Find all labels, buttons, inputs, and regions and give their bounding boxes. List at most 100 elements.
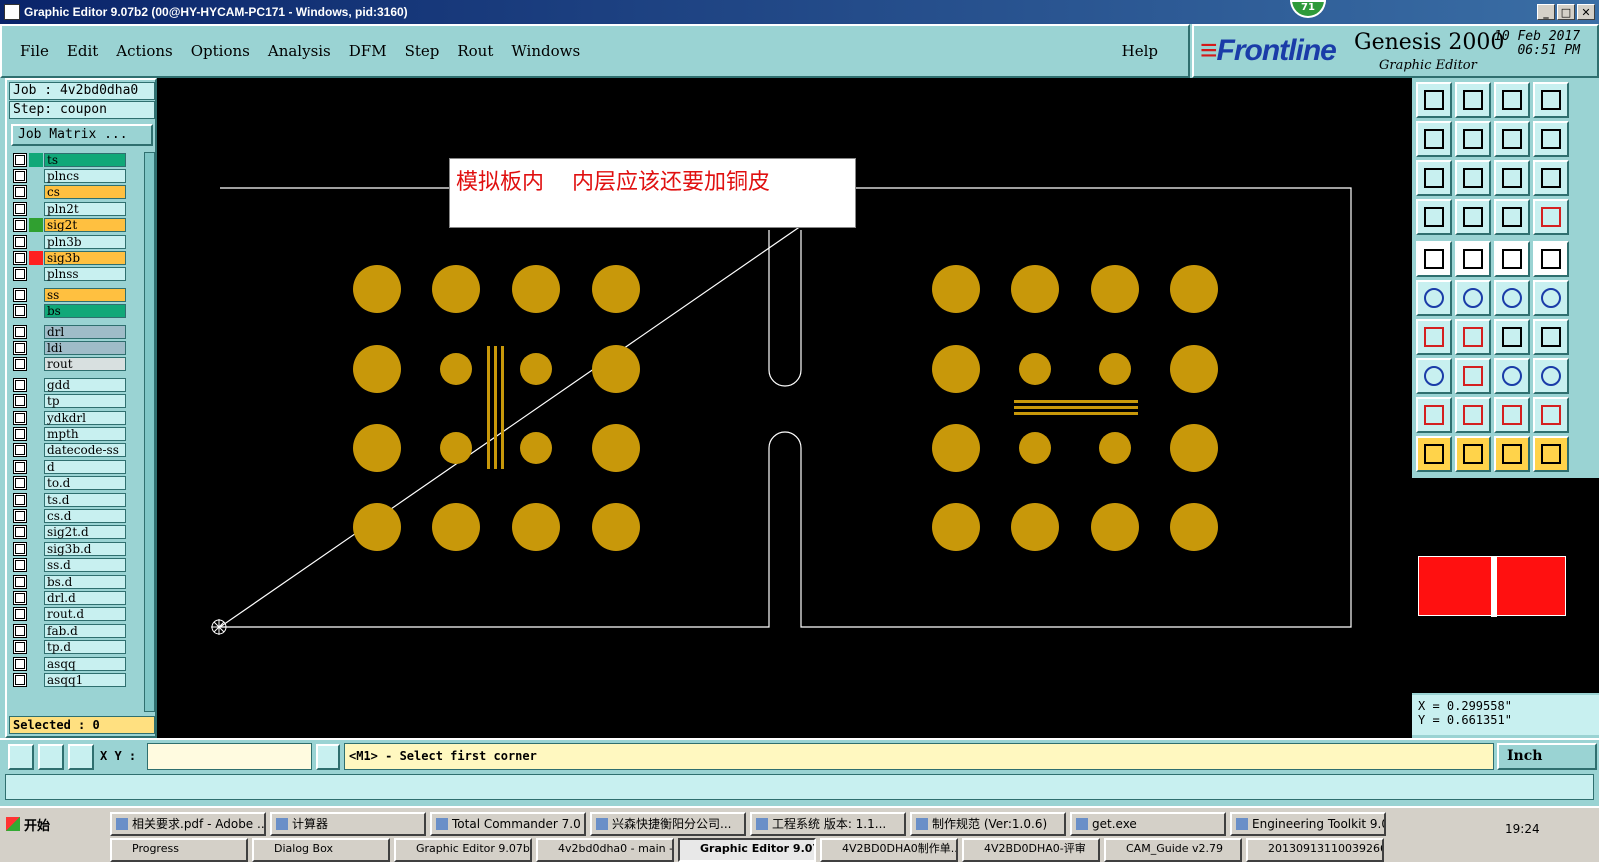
layer-name[interactable]: tp.d (44, 640, 126, 655)
taskbar-button[interactable]: Graphic Editor 9.07... (678, 838, 816, 862)
tool-button[interactable] (1494, 82, 1530, 118)
taskbar-button[interactable]: 制作规范 (Ver:1.0.6) (910, 812, 1066, 836)
tool-button[interactable] (1533, 160, 1569, 196)
tool-button[interactable] (1533, 241, 1569, 277)
layer-row[interactable]: mpth (13, 426, 133, 441)
menu-file[interactable]: File (20, 42, 49, 60)
menu-windows[interactable]: Windows (511, 42, 580, 60)
layer-row[interactable]: sig2t (13, 218, 133, 233)
tool-button[interactable] (1494, 199, 1530, 235)
tool-button[interactable] (1416, 319, 1452, 355)
layer-name[interactable]: d (44, 459, 126, 474)
tool-button[interactable] (1533, 319, 1569, 355)
layer-name[interactable]: rout (44, 357, 126, 372)
tool-button[interactable] (1533, 121, 1569, 157)
taskbar-button[interactable]: CAM_Guide v2.79 (1104, 838, 1242, 862)
layer-name[interactable]: sig3b.d (44, 541, 126, 556)
layer-name[interactable]: ts (44, 152, 126, 167)
menu-options[interactable]: Options (191, 42, 250, 60)
tool-button[interactable] (1494, 160, 1530, 196)
taskbar-button[interactable]: 4V2BD0DHA0制作单... (820, 838, 958, 862)
layer-row[interactable]: ldi (13, 340, 133, 355)
layer-checkbox[interactable] (13, 525, 27, 540)
start-button[interactable]: 开始 (2, 812, 62, 836)
layer-checkbox[interactable] (13, 218, 27, 233)
taskbar-button[interactable]: Progress (110, 838, 248, 862)
layer-row[interactable]: d (13, 459, 133, 474)
taskbar-button[interactable]: 4v2bd0dha0 - main - ... (536, 838, 674, 862)
tool-button[interactable] (1416, 241, 1452, 277)
layer-row[interactable]: plnss (13, 267, 133, 282)
layer-checkbox[interactable] (13, 267, 27, 282)
layer-checkbox[interactable] (13, 476, 27, 491)
layer-row[interactable]: sig3b.d (13, 541, 133, 556)
layer-row[interactable]: to.d (13, 476, 133, 491)
layer-row[interactable]: asqq1 (13, 672, 133, 687)
layer-row[interactable]: ts.d (13, 492, 133, 507)
layer-checkbox[interactable] (13, 340, 27, 355)
taskbar-button[interactable]: 20130913110039266... (1246, 838, 1384, 862)
layer-row[interactable]: datecode-ss (13, 443, 133, 458)
layer-row[interactable]: tp.d (13, 640, 133, 655)
layer-checkbox[interactable] (13, 492, 27, 507)
layer-checkbox[interactable] (13, 377, 27, 392)
layer-row[interactable]: plncs (13, 168, 133, 183)
layer-checkbox[interactable] (13, 287, 27, 302)
taskbar-button[interactable]: 工程系统 版本: 1.1... (750, 812, 906, 836)
layer-row[interactable]: pln3b (13, 234, 133, 249)
layer-checkbox[interactable] (13, 590, 27, 605)
layer-row[interactable]: cs.d (13, 508, 133, 523)
tool-button[interactable] (1455, 358, 1491, 394)
layer-checkbox[interactable] (13, 656, 27, 671)
tool-button[interactable] (1494, 319, 1530, 355)
menu-analysis[interactable]: Analysis (268, 42, 331, 60)
tool-button[interactable] (1416, 121, 1452, 157)
layer-row[interactable]: ss (13, 287, 133, 302)
layer-row[interactable]: drl (13, 324, 133, 339)
taskbar-button[interactable]: 相关要求.pdf - Adobe ... (110, 812, 266, 836)
layer-checkbox[interactable] (13, 324, 27, 339)
menu-rout[interactable]: Rout (457, 42, 493, 60)
taskbar-button[interactable]: Engineering Toolkit 9.0... (1230, 812, 1386, 836)
layer-name[interactable]: ldi (44, 340, 126, 355)
layer-row[interactable]: rout (13, 357, 133, 372)
tool-button[interactable] (1416, 436, 1452, 472)
layer-name[interactable]: ydkdrl (44, 410, 126, 425)
tool-button[interactable] (1494, 397, 1530, 433)
layer-row[interactable]: ss.d (13, 558, 133, 573)
layer-row[interactable]: bs.d (13, 574, 133, 589)
layer-name[interactable]: sig2t.d (44, 525, 126, 540)
layer-row[interactable]: cs (13, 185, 133, 200)
layer-scrollbar[interactable] (144, 152, 155, 712)
layer-checkbox[interactable] (13, 168, 27, 183)
layer-name[interactable]: to.d (44, 476, 126, 491)
tool-button[interactable] (1455, 160, 1491, 196)
layer-row[interactable]: asqq (13, 656, 133, 671)
minimize-button[interactable]: _ (1537, 4, 1555, 20)
tool-button[interactable] (1416, 199, 1452, 235)
tool-button[interactable] (1494, 280, 1530, 316)
tool-button[interactable] (1455, 280, 1491, 316)
tool-button[interactable] (1494, 241, 1530, 277)
layer-name[interactable]: ss.d (44, 558, 126, 573)
system-tray[interactable] (1400, 812, 1500, 836)
layer-row[interactable]: sig2t.d (13, 525, 133, 540)
layer-checkbox[interactable] (13, 574, 27, 589)
layer-checkbox[interactable] (13, 623, 27, 638)
tool-button[interactable] (1455, 241, 1491, 277)
layer-checkbox[interactable] (13, 201, 27, 216)
tool-button[interactable] (1455, 319, 1491, 355)
layer-checkbox[interactable] (13, 672, 27, 687)
tool-button[interactable] (1494, 121, 1530, 157)
graphic-canvas[interactable]: 模拟板内 内层应该还要加铜皮 (157, 78, 1412, 738)
layer-name[interactable]: asqq (44, 656, 126, 671)
menu-actions[interactable]: Actions (116, 42, 172, 60)
layer-row[interactable]: drl.d (13, 590, 133, 605)
taskbar-button[interactable]: get.exe (1070, 812, 1226, 836)
taskbar-button[interactable]: Graphic Editor 9.07b... (394, 838, 532, 862)
layer-row[interactable]: sig3b (13, 250, 133, 265)
layer-name[interactable]: plnss (44, 267, 126, 282)
layer-checkbox[interactable] (13, 394, 27, 409)
layer-name[interactable]: datecode-ss (44, 443, 126, 458)
layer-checkbox[interactable] (13, 185, 27, 200)
